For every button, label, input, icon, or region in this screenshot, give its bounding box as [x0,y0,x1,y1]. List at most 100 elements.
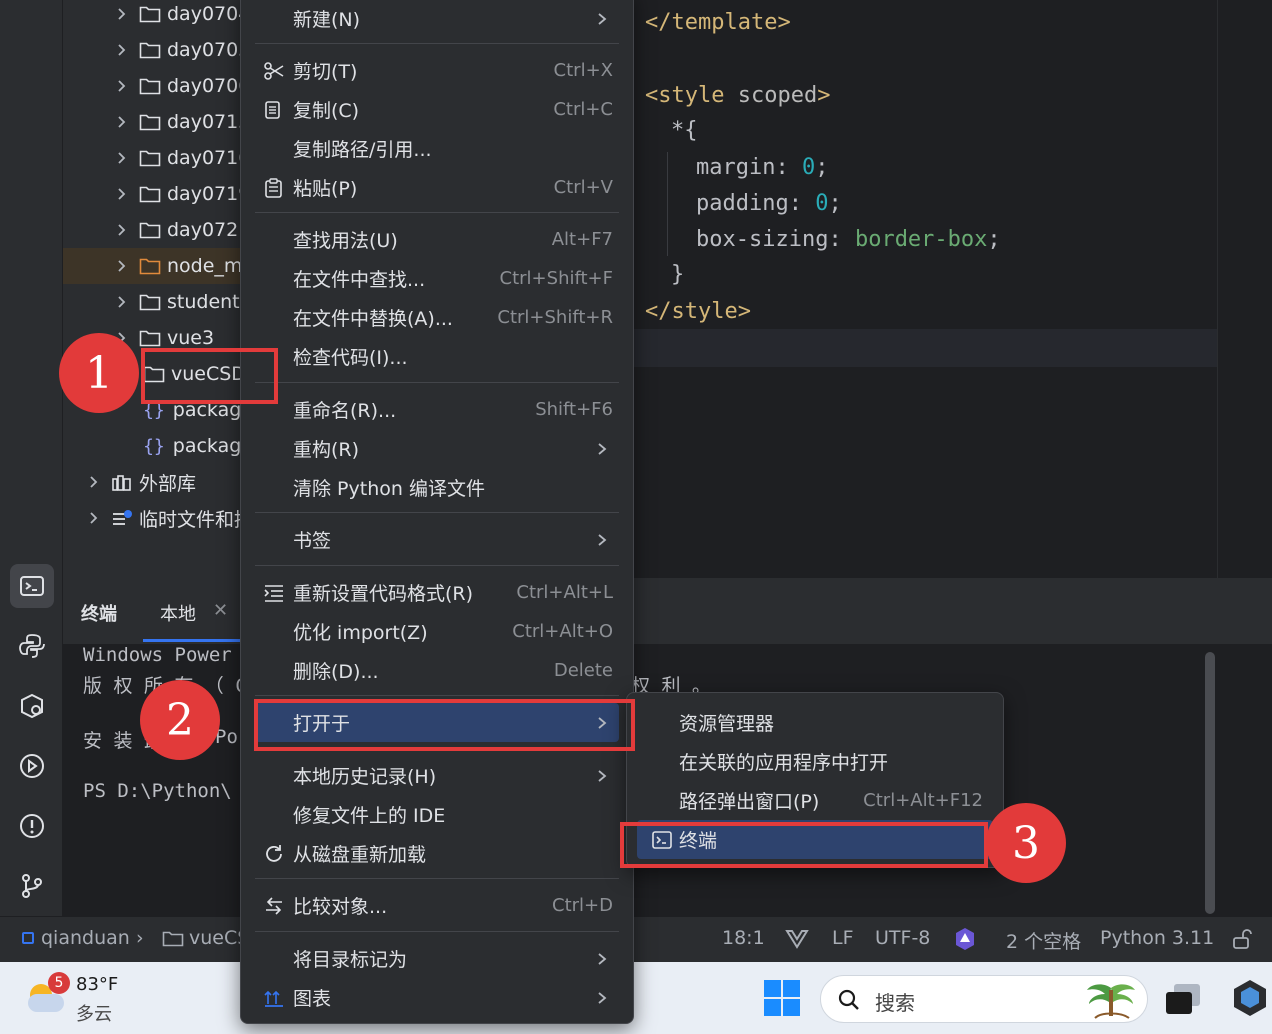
scissors-icon [264,61,284,80]
chevron-right-icon[interactable] [113,78,129,94]
menu-item[interactable]: 将目录标记为 [241,939,633,978]
ai-assistant-icon[interactable] [952,926,978,952]
code-token: padding [696,191,789,216]
menu-item-label: 重构(R) [293,439,360,461]
menu-item[interactable]: 删除(D)... Delete [241,651,633,690]
menu-item-label: 在文件中查找... [293,269,426,291]
code-editor[interactable]: </template> <style scoped> *{ margin: 0;… [633,0,1272,578]
task-view-icon[interactable] [1166,984,1202,1014]
menu-item-shortcut: Ctrl+C [553,99,613,120]
code-token: 0 [815,191,829,216]
project-icon [22,932,34,944]
tree-item[interactable]: day0705 [63,32,253,68]
chevron-right-icon[interactable] [113,6,129,22]
menu-item[interactable]: 查找用法(U) Alt+F7 [241,220,633,259]
menu-item[interactable]: 修复文件上的 IDE [241,795,633,834]
folder-icon [139,78,161,95]
python-packages-icon[interactable] [10,684,54,728]
line-separator[interactable]: LF [832,927,854,949]
python-interpreter[interactable]: Python 3.11 [1100,927,1214,949]
tree-item[interactable]: day0719 [63,176,253,212]
tree-item[interactable]: day0704 [63,0,253,32]
chevron-right-icon[interactable] [113,294,129,310]
submenu-item[interactable]: 在关联的应用程序中打开 [627,742,1003,781]
taskbar-search[interactable]: 搜索 [820,975,1148,1023]
menu-item-label: 复制(C) [293,100,360,122]
menu-item[interactable]: 粘贴(P) Ctrl+V [241,168,633,207]
indent-setting[interactable]: 2 个空格 [1006,927,1081,954]
menu-separator [255,43,619,44]
tree-item[interactable]: day0706 [63,68,253,104]
code-line: <style scoped> [645,83,830,108]
weather-condition: 多云 [76,1004,112,1025]
chevron-right-icon[interactable] [113,114,129,130]
menu-item[interactable]: 图表 [241,978,633,1017]
code-line: padding: 0; [696,191,842,216]
chevron-right-icon [598,991,607,1004]
menu-item[interactable]: 清除 Python 编译文件 [241,468,633,507]
tree-item[interactable]: day0716 [63,140,253,176]
menu-item[interactable]: 从磁盘重新加载 [241,834,633,873]
tree-item[interactable]: {} package [63,428,253,464]
tree-item-external-libraries[interactable]: 外部库 [63,464,253,500]
terminal-tool-icon[interactable] [10,564,54,608]
git-branch-icon[interactable] [10,864,54,908]
json-file-icon: {} [143,435,165,457]
breadcrumb-project[interactable]: qianduan [41,927,130,949]
python-console-icon[interactable] [10,624,54,668]
vue-icon[interactable] [785,929,809,949]
menu-item-label: 优化 import(Z) [293,622,428,644]
pycharm-taskbar-icon[interactable] [1232,978,1268,1018]
chevron-right-icon[interactable] [113,186,129,202]
menu-item[interactable]: 重新设置代码格式(R) Ctrl+Alt+L [241,573,633,612]
project-tree: day0704 day0705 day0706 day0715 day0716 day07… [63,0,253,578]
menu-item-shortcut: Ctrl+Alt+L [516,582,613,603]
menu-item[interactable]: 检查代码(I)... [241,337,633,376]
menu-item[interactable]: 重构(R) [241,429,633,468]
compare-icon [266,896,282,915]
code-token: margin [696,155,776,180]
menu-item[interactable]: 在文件中查找... Ctrl+Shift+F [241,259,633,298]
code-line: </style> [645,299,751,324]
menu-item[interactable]: 在文件中替换(A)... Ctrl+Shift+R [241,298,633,337]
chevron-right-icon[interactable] [113,258,129,274]
submenu-item-label: 路径弹出窗口(P) [679,791,820,813]
file-encoding[interactable]: UTF-8 [875,927,930,949]
chevron-right-icon [598,769,607,782]
menu-item[interactable]: 重命名(R)... Shift+F6 [241,390,633,429]
code-line: margin: 0; [696,155,829,180]
chevron-right-icon[interactable] [113,150,129,166]
lock-icon[interactable] [1231,928,1253,950]
menu-item[interactable]: 比较对象... Ctrl+D [241,886,633,925]
tree-item[interactable]: day0721 [63,212,253,248]
chevron-right-icon[interactable] [113,222,129,238]
menu-item[interactable]: 复制路径/引用... [241,129,633,168]
terminal-scrollbar[interactable] [1205,652,1215,914]
windows-start-icon[interactable] [764,980,800,1016]
tab-local[interactable]: 本地 ✕ [143,592,243,642]
menu-separator [255,382,619,383]
menu-item[interactable]: 优化 import(Z) Ctrl+Alt+O [241,612,633,651]
services-icon[interactable] [10,744,54,788]
submenu-item[interactable]: 资源管理器 [627,703,1003,742]
problems-icon[interactable] [10,804,54,848]
menu-item[interactable]: 书签 [241,520,633,559]
tree-item-scratches[interactable]: 临时文件和控 [63,500,253,536]
search-highlight-icon [1087,984,1135,1019]
caret-position[interactable]: 18:1 [722,927,765,949]
menu-item-label: 删除(D)... [293,661,379,683]
tree-item-label: day0704 [167,3,251,25]
menu-item[interactable]: 剪切(T) Ctrl+X [241,51,633,90]
chevron-right-icon[interactable] [113,42,129,58]
tree-item[interactable]: day0715 [63,104,253,140]
menu-item[interactable]: 新建(N) [241,0,633,38]
terminal-title: 终端 [81,604,117,625]
menu-separator [255,212,619,213]
menu-item[interactable]: 复制(C) Ctrl+C [241,90,633,129]
code-line: </template> [645,10,791,35]
close-icon[interactable]: ✕ [213,600,228,621]
submenu-item[interactable]: 路径弹出窗口(P) Ctrl+Alt+F12 [627,781,1003,820]
menu-item[interactable]: 本地历史记录(H) [241,756,633,795]
tree-item[interactable]: student [63,284,253,320]
tree-item[interactable]: node_m [63,248,253,284]
